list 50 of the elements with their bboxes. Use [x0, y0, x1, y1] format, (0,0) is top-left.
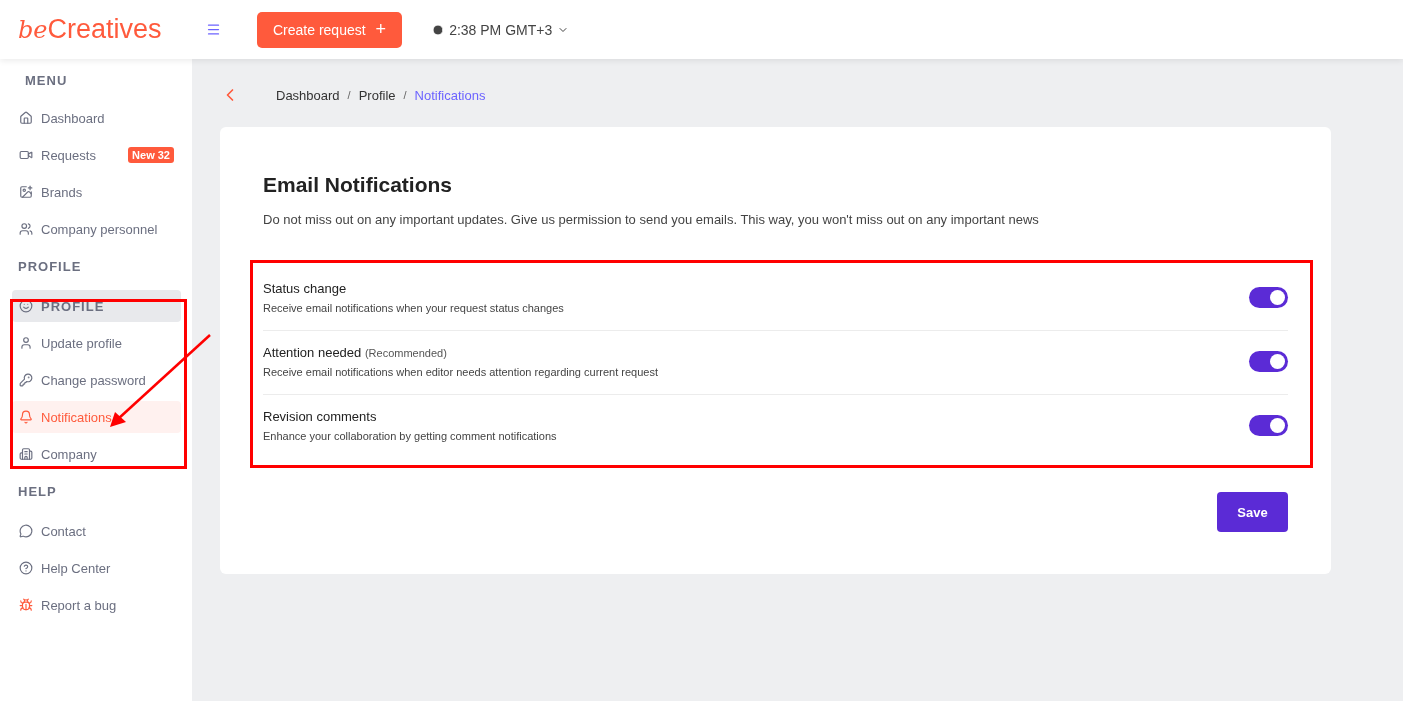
- toggle-switch[interactable]: [1249, 351, 1288, 372]
- breadcrumb-link[interactable]: Notifications: [414, 87, 486, 103]
- sidebar-item[interactable]: Contact: [12, 515, 181, 547]
- key-icon: [19, 373, 33, 387]
- sidebar-section-title: HELP: [17, 484, 58, 499]
- recommended-note: (Recommended): [364, 347, 447, 359]
- card-title: Email Notifications: [263, 173, 454, 197]
- setting-title: Revision comments: [263, 409, 378, 424]
- sidebar-section-title: PROFILE: [17, 259, 83, 274]
- timezone-dropdown[interactable]: 2:38 PM GMT+3: [432, 21, 570, 38]
- toggle-switch[interactable]: [1249, 415, 1288, 436]
- bell-icon: [19, 410, 33, 424]
- sidebar-section-title: MENU: [24, 73, 69, 88]
- create-request-button[interactable]: Create request +: [257, 11, 403, 48]
- setting-title: Status change: [263, 281, 348, 296]
- toggle-switch[interactable]: [1249, 287, 1288, 308]
- menu-icon[interactable]: [206, 22, 221, 37]
- save-button[interactable]: Save: [1217, 492, 1288, 532]
- sidebar-item[interactable]: Company: [12, 438, 181, 470]
- sidebar-item[interactable]: Report a bug: [12, 589, 181, 621]
- breadcrumb-link[interactable]: Profile: [358, 87, 396, 103]
- question-icon: [19, 561, 33, 575]
- building-icon: [19, 447, 33, 461]
- sidebar-item[interactable]: Company personnel: [12, 213, 181, 245]
- smiley-icon: [19, 299, 33, 313]
- breadcrumb-separator: /: [403, 89, 407, 101]
- breadcrumb-link[interactable]: Dashboard: [276, 87, 340, 103]
- sidebar-item[interactable]: Help Center: [12, 552, 181, 584]
- user-icon: [19, 336, 33, 350]
- sidebar-item[interactable]: Notifications: [12, 401, 181, 433]
- video-plus-icon: [19, 148, 33, 162]
- new-count-badge: New 32: [128, 147, 174, 163]
- chat-bubble-icon: [19, 524, 33, 538]
- breadcrumb-separator: /: [347, 89, 351, 101]
- logo: beCreatives: [17, 13, 163, 46]
- card-description: Do not miss out on any important updates. Give us permission to send you emails. This way, you won't miss out on any important news: [263, 212, 1040, 227]
- image-plus-icon: [19, 185, 33, 199]
- bug-icon: [19, 598, 33, 612]
- home-icon: [19, 111, 33, 125]
- sidebar-item[interactable]: Change password: [12, 364, 181, 396]
- setting-title: Attention needed (Recommended): [263, 345, 448, 360]
- sidebar-item[interactable]: Brands: [12, 176, 181, 208]
- setting-description: Receive email notifications when editor needs attention regarding current request: [263, 366, 658, 378]
- users-icon: [19, 222, 33, 236]
- setting-description: Receive email notifications when your request status changes: [263, 302, 564, 314]
- sidebar-item[interactable]: Requests New 32: [12, 139, 181, 171]
- sidebar-group-header[interactable]: PROFILE: [12, 290, 181, 322]
- setting-description: Enhance your collaboration by getting comment notifications: [263, 430, 557, 442]
- sidebar-item[interactable]: Update profile: [12, 327, 181, 359]
- sidebar-item[interactable]: Dashboard: [12, 102, 181, 134]
